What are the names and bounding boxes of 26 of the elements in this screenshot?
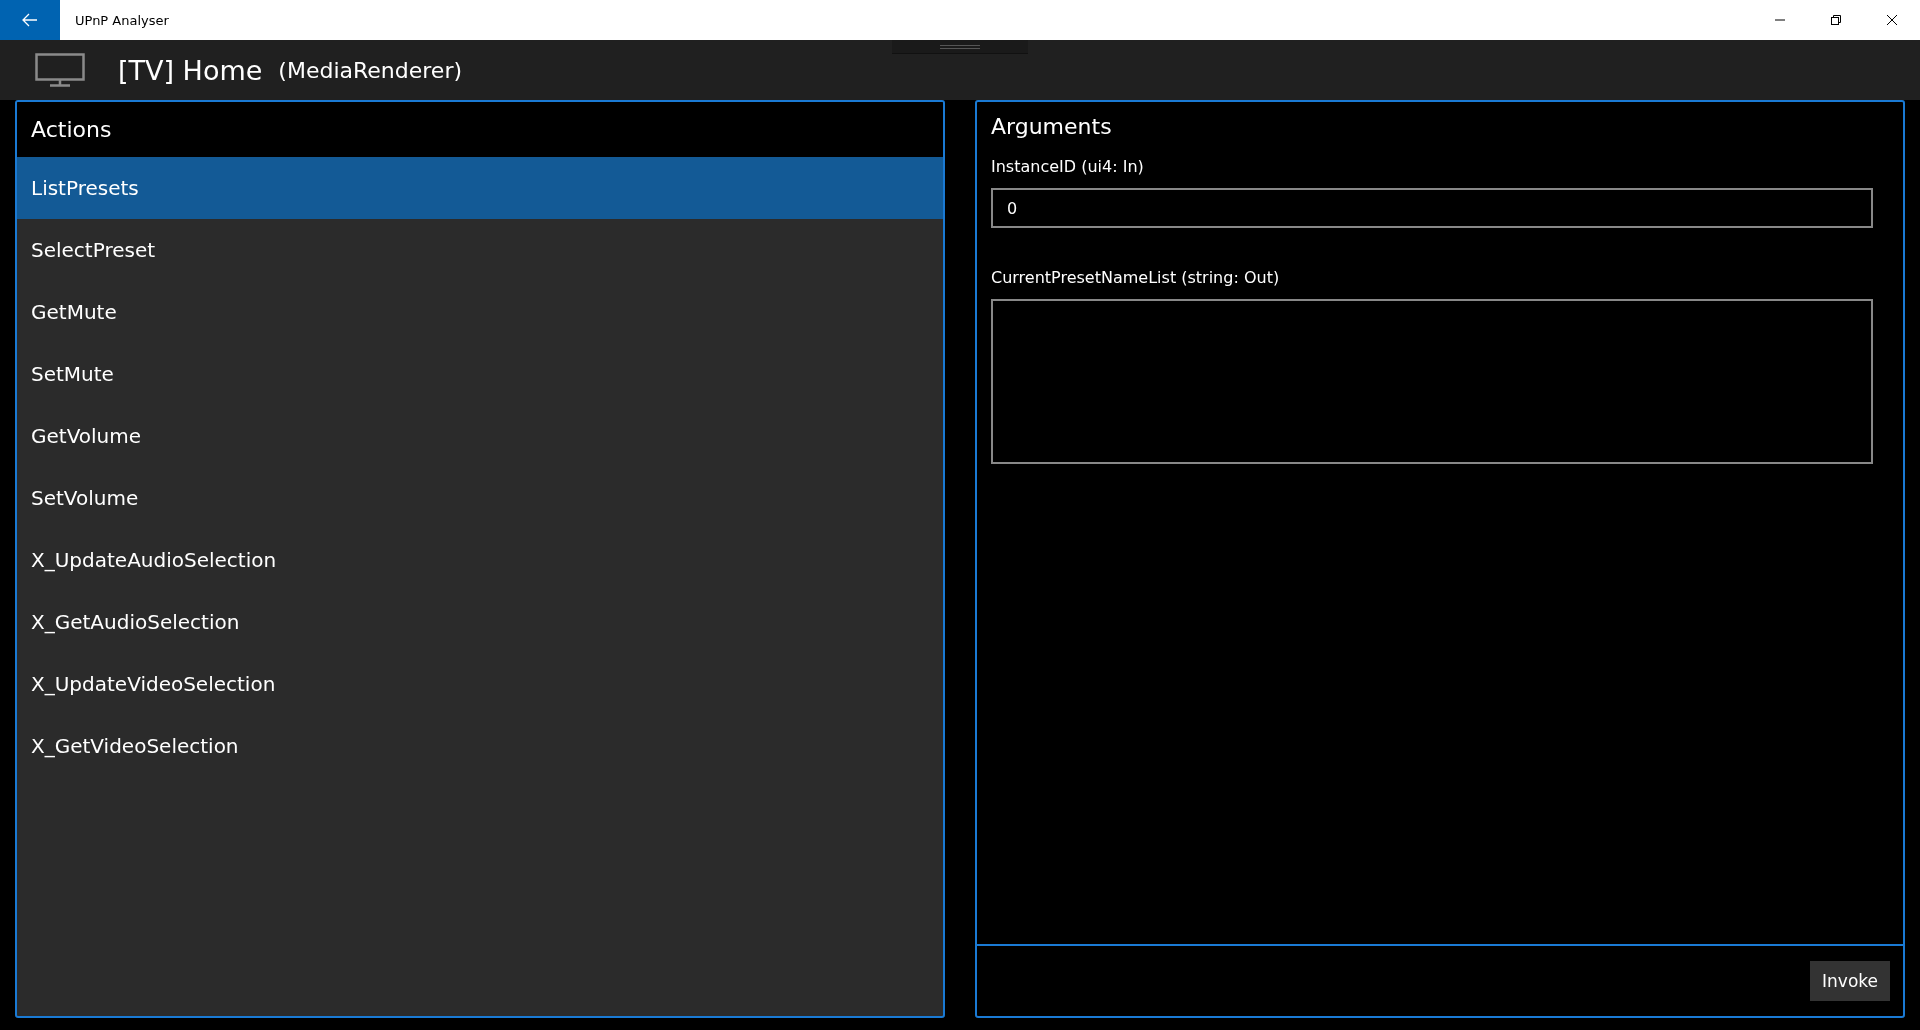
close-icon bbox=[1886, 14, 1898, 26]
action-item[interactable]: ListPresets bbox=[17, 157, 943, 219]
action-item[interactable]: SelectPreset bbox=[17, 219, 943, 281]
action-item[interactable]: X_UpdateAudioSelection bbox=[17, 529, 943, 591]
action-item[interactable]: X_GetVideoSelection bbox=[17, 715, 943, 777]
action-item[interactable]: SetVolume bbox=[17, 467, 943, 529]
actions-heading: Actions bbox=[31, 117, 112, 142]
drag-handle[interactable] bbox=[892, 40, 1028, 54]
device-name: [TV] Home bbox=[118, 54, 263, 86]
argument-label: CurrentPresetNameList (string: Out) bbox=[991, 268, 1281, 287]
action-item[interactable]: X_GetAudioSelection bbox=[17, 591, 943, 653]
monitor-icon bbox=[35, 53, 85, 87]
device-type: (MediaRenderer) bbox=[278, 57, 463, 83]
action-item[interactable]: SetMute bbox=[17, 343, 943, 405]
argument-label: InstanceID (ui4: In) bbox=[991, 157, 1145, 176]
invoke-button[interactable]: Invoke bbox=[1810, 961, 1890, 1001]
back-arrow-icon bbox=[22, 13, 38, 27]
arguments-heading: Arguments bbox=[991, 114, 1113, 139]
action-item[interactable]: GetVolume bbox=[17, 405, 943, 467]
window-title: UPnP Analyser bbox=[75, 12, 169, 28]
restore-icon bbox=[1830, 14, 1842, 26]
input-field[interactable]: 0 bbox=[991, 188, 1873, 228]
output-field[interactable] bbox=[991, 299, 1873, 464]
action-item[interactable]: GetMute bbox=[17, 281, 943, 343]
action-item[interactable]: X_UpdateVideoSelection bbox=[17, 653, 943, 715]
back-button[interactable] bbox=[0, 0, 60, 40]
